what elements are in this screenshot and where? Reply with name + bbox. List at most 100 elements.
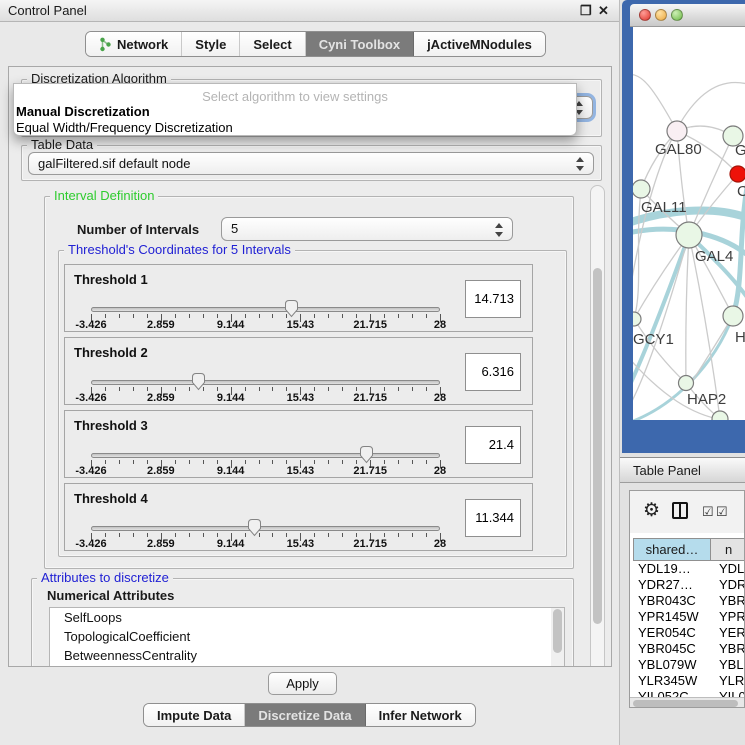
cell-name[interactable]: YER0 [710,625,745,641]
tab-style[interactable]: Style [182,32,240,56]
slider-track[interactable] [91,453,440,458]
column-header-shared-name[interactable]: shared… [633,538,710,561]
node-gal11[interactable] [633,180,650,198]
network-window-titlebar [630,4,745,27]
scrollbar-thumb[interactable] [633,700,738,707]
threshold-value-field[interactable]: 6.316 [465,353,521,391]
table-row[interactable]: YLR345W YLR3 [633,673,745,689]
screen: Control Panel ❐ ✕ Network Style Select C… [0,0,745,745]
label-gcy1: GCY1 [633,331,674,348]
attribute-list-item[interactable]: SelfLoops [50,608,564,627]
scrollbar-thumb[interactable] [593,268,602,624]
table-data-combobox[interactable]: galFiltered.sif default node [28,152,594,175]
tab-impute-data[interactable]: Impute Data [144,704,245,726]
node-hap2[interactable] [679,376,694,391]
label-hap2: HAP2 [687,391,726,408]
threshold-slider[interactable] [91,380,440,385]
tab-select[interactable]: Select [240,32,305,56]
table-row[interactable]: YDR27… YDR2 [633,577,745,593]
node-gcy1[interactable] [633,312,641,326]
cell-name[interactable]: YLR3 [710,673,745,689]
node-red[interactable] [730,166,745,182]
cell-name[interactable]: YBR0 [710,593,745,609]
threshold-box: Threshold 1 -3.4262.8599.14415.4321.7152… [64,264,533,332]
table-row[interactable]: YBR045C YBR0 [633,641,745,657]
cell-shared-name[interactable]: YDR27… [633,577,710,593]
cell-shared-name[interactable]: YBR043C [633,593,710,609]
apply-button[interactable]: Apply [268,672,337,695]
threshold-value-field[interactable]: 21.4 [465,426,521,464]
attributes-list-scrollbar[interactable] [551,608,564,667]
tab-jactivemnodules[interactable]: jActiveMNodules [414,32,545,56]
threshold-value-field[interactable]: 14.713 [465,280,521,318]
cell-name[interactable]: YBR0 [710,641,745,657]
table-row[interactable]: YBR043C YBR0 [633,593,745,609]
panel-vertical-scrollbar[interactable] [590,185,605,667]
node-gal4[interactable] [676,222,702,248]
minimize-window-icon[interactable] [655,9,667,21]
slider-track[interactable] [91,380,440,385]
table-horizontal-scrollbar[interactable] [630,697,744,708]
zoom-window-icon[interactable] [671,9,683,21]
cell-shared-name[interactable]: YBL079W [633,657,710,673]
cell-name[interactable]: YPR1 [710,609,745,625]
scale-label: 2.859 [147,319,175,331]
threshold-slider[interactable] [91,526,440,531]
gear-icon[interactable]: ⚙ [643,499,660,522]
label-gal4: GAL4 [695,248,733,265]
tab-cyni-toolbox[interactable]: Cyni Toolbox [306,32,414,56]
node-h[interactable] [723,306,743,326]
node-gal80[interactable] [667,121,687,141]
columns-icon[interactable] [672,502,688,519]
close-window-icon[interactable] [639,9,651,21]
attributes-listbox[interactable]: SelfLoopsTopologicalCoefficientBetweenne… [49,607,565,667]
close-panel-icon[interactable]: ✕ [598,3,609,19]
node-bottom[interactable] [712,411,728,420]
num-intervals-combobox[interactable]: 5 [221,217,513,241]
float-panel-icon[interactable]: ❐ [580,3,592,19]
dropdown-option-manual[interactable]: Manual Discretization [16,104,150,119]
cell-shared-name[interactable]: YDL19… [633,561,710,577]
scale-label: 9.144 [217,392,245,404]
cell-name[interactable]: YIL0 [710,689,745,697]
column-header-name[interactable]: n [710,538,745,561]
algorithm-dropdown-popup: Select algorithm to view settings Manual… [13,83,577,136]
tab-impute-label: Impute Data [157,708,231,723]
table-body[interactable]: YDL19… YDL1 YDR27… YDR2 YBR043C YBR0 [633,561,745,697]
slider-scale: -3.4262.8599.14415.4321.71528 [91,392,440,405]
threshold-slider[interactable] [91,453,440,458]
cell-shared-name[interactable]: YLR345W [633,673,710,689]
checkbox-icon[interactable]: ☑ [702,504,714,520]
scale-label: 15.43 [287,538,315,550]
checkbox-icon[interactable]: ☑ [716,504,728,520]
slider-scale: -3.4262.8599.14415.4321.71528 [91,538,440,551]
cell-name[interactable]: YDR2 [710,577,745,593]
table-row[interactable]: YPR145W YPR1 [633,609,745,625]
cell-shared-name[interactable]: YBR045C [633,641,710,657]
table-panel-title: Table Panel [633,463,701,478]
slider-track[interactable] [91,526,440,531]
tab-discretize-data[interactable]: Discretize Data [245,704,365,726]
cell-name[interactable]: YDL1 [710,561,745,577]
label-c: C [737,183,745,200]
tab-discretize-label: Discretize Data [258,708,351,723]
table-row[interactable]: YIL052C YIL0 [633,689,745,697]
network-canvas[interactable]: GAL80 G C GAL11 GAL4 GCY1 H HAP2 [633,27,745,420]
slider-track[interactable] [91,307,440,312]
dropdown-option-equal-width[interactable]: Equal Width/Frequency Discretization [16,120,233,135]
tab-infer-network[interactable]: Infer Network [366,704,475,726]
network-icon [99,37,112,52]
table-row[interactable]: YDL19… YDL1 [633,561,745,577]
table-row[interactable]: YER054C YER0 [633,625,745,641]
threshold-slider[interactable] [91,307,440,312]
table-row[interactable]: YBL079W YBL0 [633,657,745,673]
attribute-list-item[interactable]: TopologicalCoefficient [50,627,564,646]
tab-network[interactable]: Network [86,32,182,56]
cell-shared-name[interactable]: YIL052C [633,689,710,697]
cell-shared-name[interactable]: YPR145W [633,609,710,625]
scale-label: 15.43 [287,319,315,331]
attribute-list-item[interactable]: BetweennessCentrality [50,646,564,665]
cell-shared-name[interactable]: YER054C [633,625,710,641]
threshold-value-field[interactable]: 11.344 [465,499,521,537]
cell-name[interactable]: YBL0 [710,657,745,673]
